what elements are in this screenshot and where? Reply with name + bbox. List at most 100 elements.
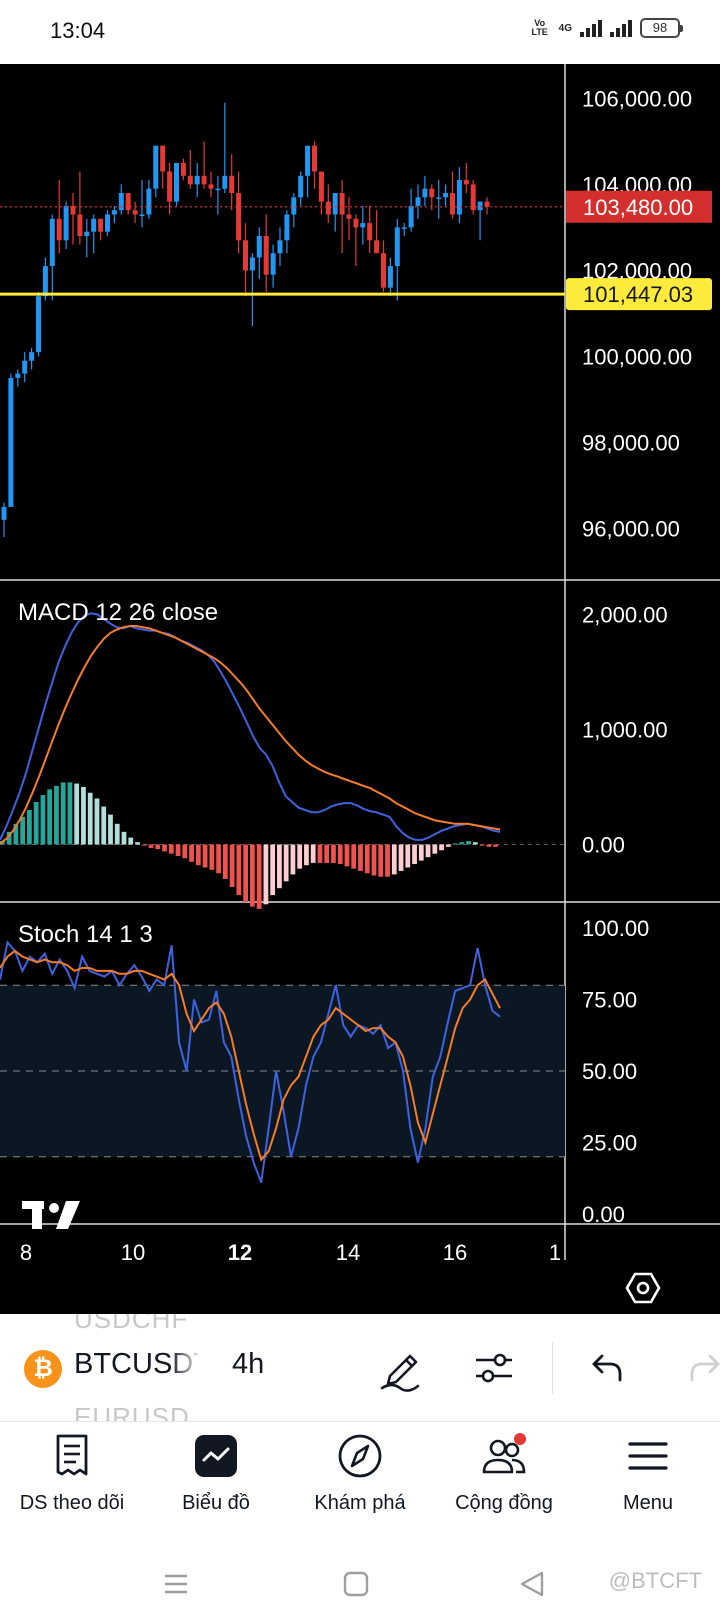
candle-body [415, 197, 421, 206]
macd-histogram-bar [412, 844, 417, 865]
candle-body [422, 188, 428, 198]
macd-histogram-bar [304, 844, 309, 866]
candle-body [339, 193, 345, 215]
macd-histogram-bar [324, 844, 330, 863]
macd-histogram-bar [459, 842, 465, 845]
macd-histogram-bar [378, 844, 384, 877]
macd-histogram-bar [168, 844, 174, 854]
symbol-ghost-above: USDCHF [74, 1314, 189, 1334]
macd-histogram-bar [216, 844, 221, 874]
redo-icon[interactable] [688, 1348, 720, 1388]
home-icon[interactable] [342, 1570, 370, 1598]
macd-title: MACD 12 26 close [18, 599, 218, 626]
macd-histogram-bar [202, 844, 208, 868]
macd-histogram-bar [425, 844, 431, 858]
candle-body [132, 210, 138, 215]
macd-histogram-bar [243, 844, 248, 902]
interval-selector[interactable]: 4h [232, 1348, 264, 1381]
nav-community-label: Cộng đồng [455, 1492, 553, 1514]
macd-histogram-bar [229, 844, 235, 888]
macd-histogram-bar [175, 844, 181, 856]
candle-body [456, 180, 462, 215]
macd-histogram-bar [418, 844, 424, 861]
nav-watchlist[interactable]: DS theo dõi [0, 1422, 144, 1530]
macd-histogram-bar [108, 814, 113, 845]
macd-histogram-bar [236, 844, 242, 896]
candle-body [429, 188, 435, 198]
candle-body [277, 240, 283, 254]
nav-chart-label: Biểu đồ [182, 1492, 250, 1514]
candle-body [29, 352, 35, 361]
macd-histogram-bar [54, 785, 59, 845]
candle-body [360, 223, 366, 228]
chart-svg[interactable]: 106,000.00104,000.00102,000.00100,000.00… [0, 64, 720, 1314]
undo-icon[interactable] [590, 1348, 624, 1388]
candle-body [484, 201, 490, 207]
macd-histogram-bar [222, 844, 228, 879]
system-navigation: @BTCFT [0, 1530, 720, 1612]
candle-body [8, 377, 14, 507]
nav-explore[interactable]: Khám phá [288, 1422, 432, 1530]
macd-histogram-bar [135, 842, 140, 845]
draw-pencil-icon[interactable] [378, 1344, 424, 1392]
community-icon [482, 1433, 526, 1474]
candle-body [408, 205, 414, 228]
candle-body [263, 236, 269, 275]
chart-settings-icon[interactable] [625, 1270, 661, 1306]
candle-body [367, 223, 373, 241]
macd-histogram-bar [33, 801, 39, 845]
candle-body [15, 373, 21, 378]
recent-apps-icon[interactable] [162, 1570, 190, 1598]
candle-body [160, 145, 166, 172]
chart-area[interactable]: 106,000.00 104,000.00 102,000.00 100,000.00… [0, 64, 720, 1314]
macd-histogram-bar [195, 844, 201, 866]
candle-body [139, 214, 145, 216]
stoch-title: Stoch 14 1 3 [18, 921, 153, 948]
candle-body [236, 193, 242, 241]
candle-body [353, 218, 359, 228]
candle-body [111, 210, 117, 215]
indicator-settings-icon[interactable] [472, 1346, 516, 1390]
candle-body [312, 145, 317, 172]
tradingview-logo [22, 1201, 80, 1229]
symbol-ghost-below: EURUSD [74, 1402, 190, 1422]
candle-body [394, 227, 400, 267]
candle-body [167, 171, 173, 202]
macd-histogram-bar [391, 844, 397, 875]
nav-community[interactable]: Cộng đồng [432, 1422, 576, 1530]
candle-body [98, 218, 104, 232]
macd-histogram-bar [290, 844, 296, 875]
nav-chart[interactable]: Biểu đồ [144, 1422, 288, 1530]
candle-body [436, 197, 442, 199]
notification-dot [514, 1433, 526, 1445]
macd-histogram-bar [114, 823, 120, 845]
back-icon[interactable] [518, 1570, 546, 1598]
macd-histogram-bar [439, 844, 444, 851]
candle-body [256, 236, 262, 258]
macd-histogram-bar [331, 844, 336, 863]
candle-body [42, 266, 48, 297]
macd-histogram-bar [358, 844, 363, 871]
macd-histogram-bar [20, 816, 26, 845]
candle-body [332, 193, 338, 215]
time-tick: 14 [336, 1240, 360, 1265]
time-tick: 1 [549, 1240, 561, 1265]
candle-body [374, 240, 380, 254]
horizontal-line-label: 101,447.03 [583, 282, 693, 307]
macd-histogram-bar [263, 844, 269, 905]
candle-body [153, 145, 159, 189]
signal-icon-2 [610, 19, 632, 37]
macd-histogram-bar [27, 810, 32, 845]
candle-body [187, 175, 193, 185]
stoch-tick: 0.00 [582, 1202, 625, 1227]
macd-histogram-bar [493, 844, 498, 847]
bitcoin-icon[interactable]: ₿ [24, 1350, 62, 1388]
macd-tick: 1,000.00 [582, 718, 668, 743]
chart-tab-icon [195, 1435, 237, 1477]
nav-menu[interactable]: Menu [576, 1422, 720, 1530]
current-price-label: 103,480.00 [583, 195, 693, 220]
macd-histogram-bar [189, 844, 194, 862]
candle-body [249, 257, 255, 271]
macd-histogram-bar [209, 844, 215, 870]
price-tick: 98,000.00 [582, 430, 680, 455]
